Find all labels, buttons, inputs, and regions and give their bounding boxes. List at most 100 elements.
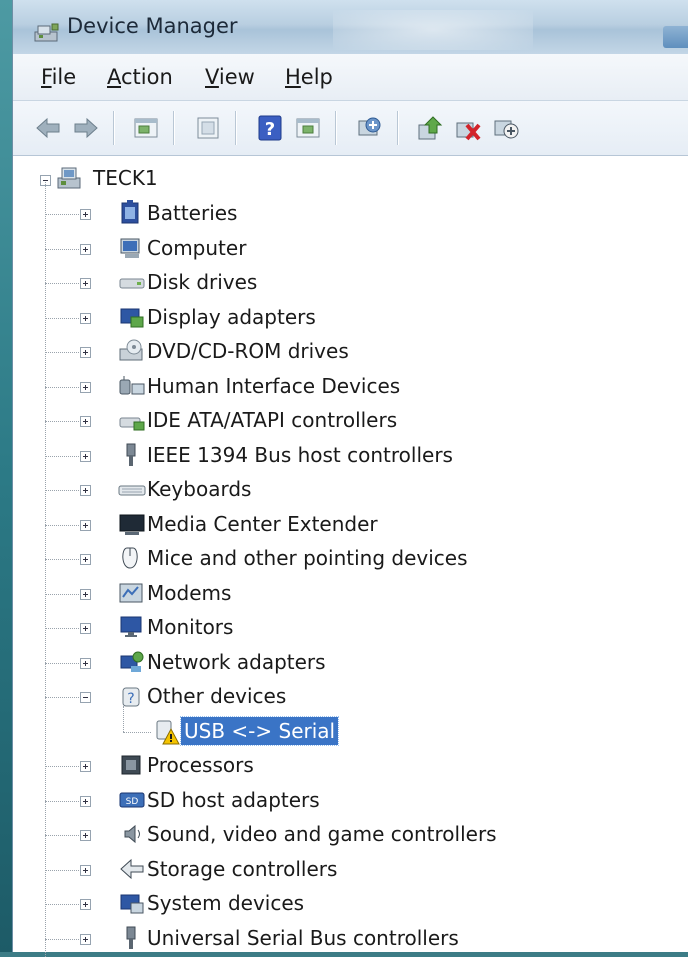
tree-category[interactable]: Batteries xyxy=(13,198,653,230)
tree-category-label: Display adapters xyxy=(147,305,316,329)
expand-toggle[interactable] xyxy=(80,934,91,945)
warning-device-icon xyxy=(156,720,180,745)
tree-category[interactable]: Keyboards xyxy=(13,474,653,506)
tree-category-label: Batteries xyxy=(147,201,238,225)
expand-toggle[interactable] xyxy=(80,761,91,772)
sound-icon xyxy=(124,824,140,844)
scan-hardware-icon[interactable] xyxy=(355,113,385,143)
menu-view[interactable]: View xyxy=(205,65,255,89)
usb-controller-icon xyxy=(126,926,136,949)
processor-icon xyxy=(121,755,141,775)
tree-category[interactable]: Mice and other pointing devices xyxy=(13,543,653,575)
tree-category[interactable]: Monitors xyxy=(13,612,653,644)
tree-category[interactable]: Media Center Extender xyxy=(13,509,653,541)
tree-category-label: Processors xyxy=(147,753,254,777)
storage-controller-icon xyxy=(120,858,144,880)
back-icon[interactable] xyxy=(33,113,63,143)
menu-help[interactable]: Help xyxy=(285,65,333,89)
tree-category[interactable]: Sound, video and game controllers xyxy=(13,819,653,851)
tree-category[interactable]: Human Interface Devices xyxy=(13,371,653,403)
tree-category-label: Keyboards xyxy=(147,477,252,501)
collapse-toggle[interactable] xyxy=(80,692,91,703)
tree-category[interactable]: Disk drives xyxy=(13,267,653,299)
tree-category[interactable]: ? Other devices xyxy=(13,681,653,713)
expand-toggle[interactable] xyxy=(80,451,91,462)
tree-category-label: Network adapters xyxy=(147,650,326,674)
expand-toggle[interactable] xyxy=(80,830,91,841)
expand-toggle[interactable] xyxy=(80,209,91,220)
tree-category[interactable]: IEEE 1394 Bus host controllers xyxy=(13,440,653,472)
action-pane-icon[interactable] xyxy=(293,113,323,143)
computer-icon xyxy=(120,238,140,258)
tree-category[interactable]: Storage controllers xyxy=(13,854,653,886)
expand-toggle[interactable] xyxy=(80,520,91,531)
properties-icon[interactable] xyxy=(193,113,223,143)
expand-toggle[interactable] xyxy=(80,347,91,358)
tree-category-label: Sound, video and game controllers xyxy=(147,822,497,846)
uninstall-icon[interactable] xyxy=(453,113,483,143)
menu-file[interactable]: File xyxy=(41,65,76,89)
unknown-device-icon: ? xyxy=(122,687,140,707)
tree-category-label: Modems xyxy=(147,581,232,605)
tree-category[interactable]: Computer xyxy=(13,233,653,265)
keyboard-icon xyxy=(118,485,146,496)
expand-toggle[interactable] xyxy=(80,278,91,289)
tree-category[interactable]: SD SD host adapters xyxy=(13,785,653,817)
tree-category[interactable]: Display adapters xyxy=(13,302,653,334)
title-bar[interactable]: Device Manager xyxy=(13,0,688,54)
expand-toggle[interactable] xyxy=(80,554,91,565)
mouse-icon xyxy=(122,547,138,569)
expand-toggle[interactable] xyxy=(80,796,91,807)
tree-device-usb-serial[interactable]: USB <-> Serial xyxy=(13,706,653,748)
help-icon[interactable]: ? xyxy=(255,113,285,143)
expand-toggle[interactable] xyxy=(80,899,91,910)
tree-category-label: IDE ATA/ATAPI controllers xyxy=(147,408,398,432)
battery-icon xyxy=(121,200,139,224)
tree-category[interactable]: System devices xyxy=(13,888,653,920)
menu-bar: File Action View Help xyxy=(13,54,688,101)
tree-category-label: Other devices xyxy=(147,684,287,708)
update-driver-icon[interactable] xyxy=(415,113,445,143)
media-center-icon xyxy=(119,514,145,535)
svg-text:?: ? xyxy=(265,119,275,140)
computer-root-icon xyxy=(57,167,81,189)
tree-category-label: SD host adapters xyxy=(147,788,320,812)
expand-toggle[interactable] xyxy=(80,313,91,324)
tree-category-label: IEEE 1394 Bus host controllers xyxy=(147,443,453,467)
tree-root[interactable]: TECK1 xyxy=(13,164,313,196)
expand-toggle[interactable] xyxy=(80,485,91,496)
tree-category-label: System devices xyxy=(147,891,305,915)
minimize-button[interactable] xyxy=(663,26,688,48)
expand-toggle[interactable] xyxy=(80,244,91,255)
device-tree[interactable]: TECK1 Batteries Computer Disk drives Displa… xyxy=(13,156,688,957)
expand-toggle[interactable] xyxy=(80,623,91,634)
expand-toggle[interactable] xyxy=(80,865,91,876)
menu-action[interactable]: Action xyxy=(107,65,173,89)
monitor-icon xyxy=(120,616,142,637)
disable-icon[interactable] xyxy=(491,113,521,143)
expand-toggle[interactable] xyxy=(80,416,91,427)
tree-category-label: Disk drives xyxy=(147,270,258,294)
tree-category[interactable]: Universal Serial Bus controllers xyxy=(13,923,653,955)
expand-toggle[interactable] xyxy=(80,382,91,393)
disk-drive-icon xyxy=(119,278,145,289)
system-devices-icon xyxy=(120,894,144,914)
tree-category[interactable]: Modems xyxy=(13,578,653,610)
forward-icon[interactable] xyxy=(71,113,101,143)
tree-category[interactable]: DVD/CD-ROM drives xyxy=(13,336,653,368)
tree-category-label: Monitors xyxy=(147,615,234,639)
tree-category[interactable]: IDE ATA/ATAPI controllers xyxy=(13,405,653,437)
tree-category-label: Storage controllers xyxy=(147,857,338,881)
tree-device-label-selected[interactable]: USB <-> Serial xyxy=(179,716,340,746)
svg-text:?: ? xyxy=(127,691,134,707)
ieee1394-icon xyxy=(126,443,136,466)
expand-toggle[interactable] xyxy=(80,658,91,669)
show-hide-console-tree-icon[interactable] xyxy=(131,113,161,143)
sd-adapter-icon: SD xyxy=(119,792,145,808)
tree-category[interactable]: Network adapters xyxy=(13,647,653,679)
tree-category[interactable]: Processors xyxy=(13,750,653,782)
tree-root-label: TECK1 xyxy=(93,166,158,190)
expand-toggle[interactable] xyxy=(80,589,91,600)
ide-controller-icon xyxy=(119,417,145,431)
tree-category-label: Mice and other pointing devices xyxy=(147,546,468,570)
